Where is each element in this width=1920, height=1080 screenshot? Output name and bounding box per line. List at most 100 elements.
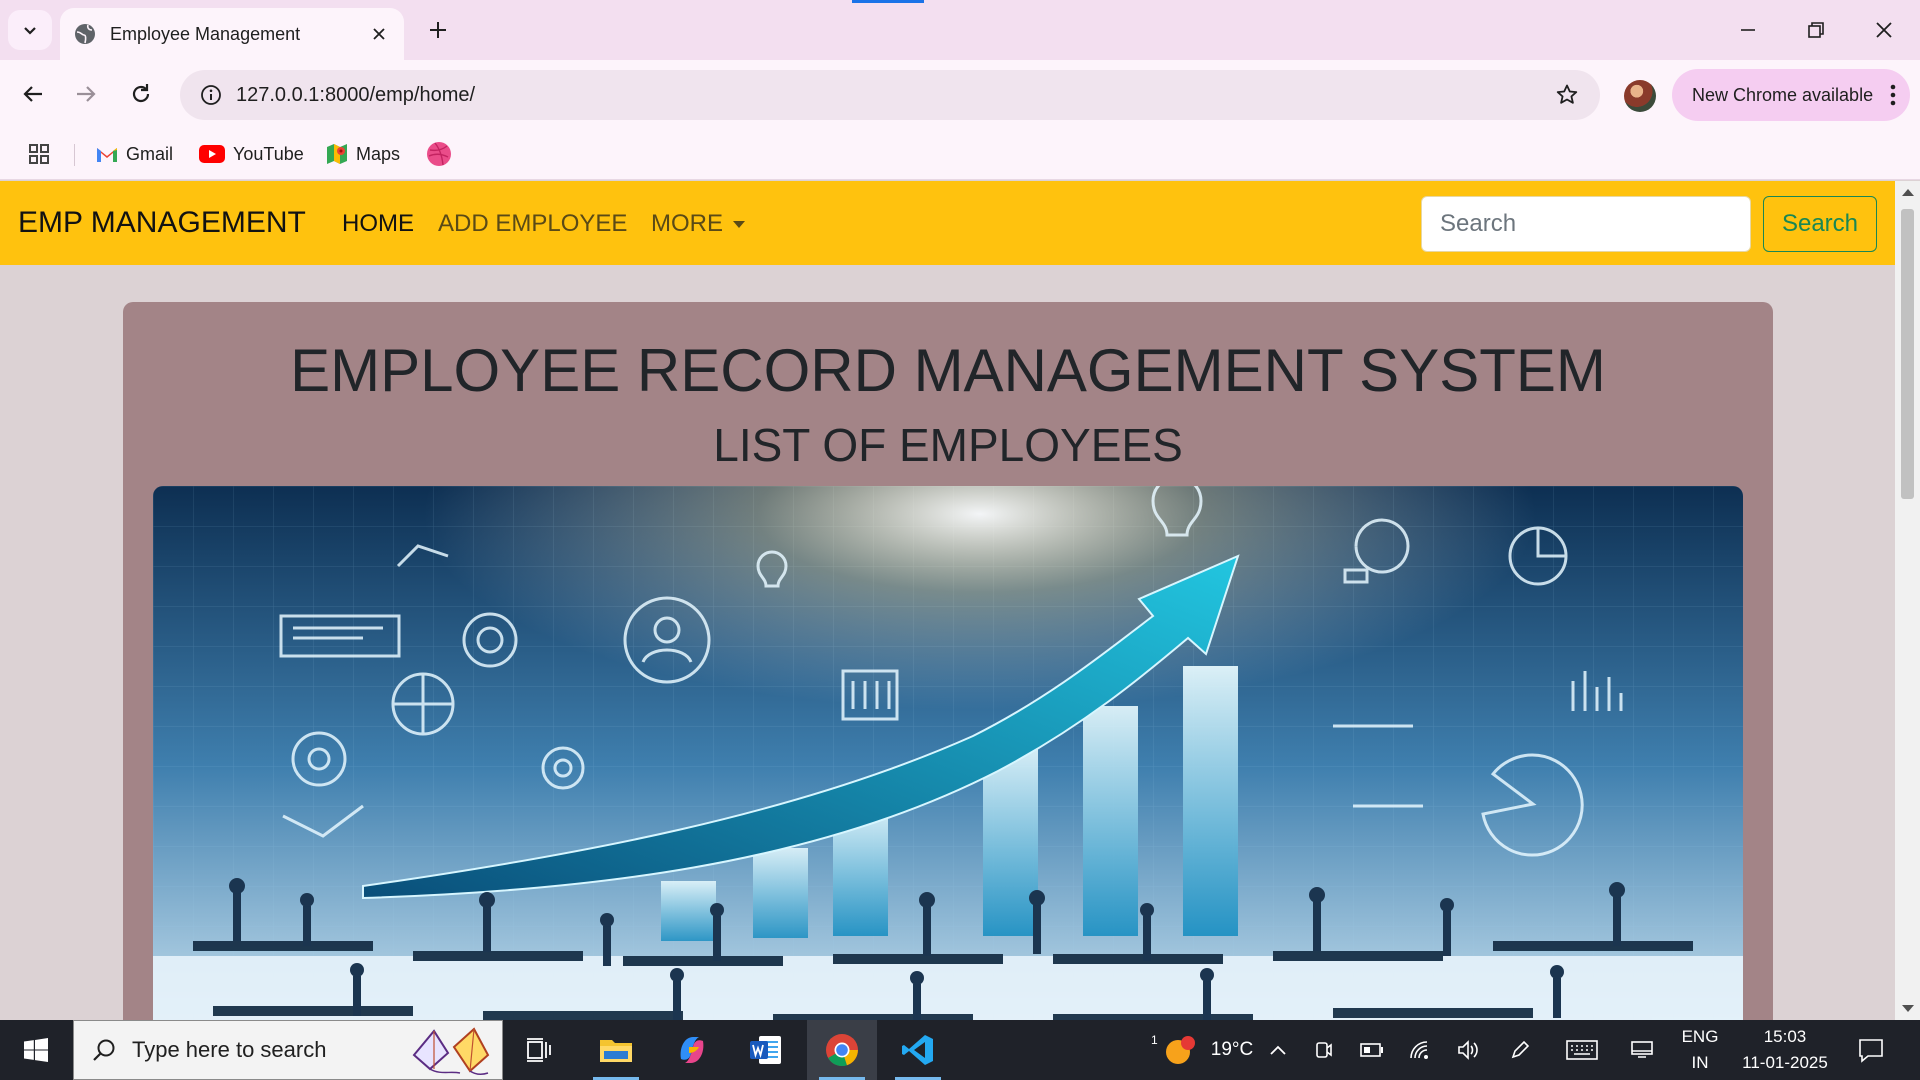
bookmark-gmail[interactable]: Gmail: [96, 138, 173, 170]
chrome-update-label: New Chrome available: [1692, 84, 1874, 105]
forward-button[interactable]: [66, 74, 106, 114]
youtube-icon: [199, 145, 225, 163]
vscode-button[interactable]: [883, 1020, 953, 1080]
nav-add-employee-link[interactable]: ADD EMPLOYEE: [438, 210, 627, 238]
bookmark-label: Gmail: [126, 143, 174, 164]
browser-tab[interactable]: Employee Management: [60, 8, 404, 60]
bookmarks-bar: Gmail YouTube Maps: [0, 128, 1920, 180]
clock[interactable]: 15:03 11-01-2025: [1730, 1020, 1840, 1080]
bookmark-star-icon[interactable]: [1542, 70, 1592, 120]
kebab-menu-icon[interactable]: [1876, 84, 1910, 106]
bookmark-maps[interactable]: Maps: [326, 138, 400, 170]
scroll-up-arrow-icon[interactable]: [1902, 189, 1914, 196]
chrome-icon: [826, 1034, 858, 1067]
arrow-right-icon: [77, 86, 96, 102]
restore-icon: [1808, 22, 1824, 38]
clock-time: 15:03: [1763, 1027, 1807, 1046]
page-scrollbar[interactable]: [1895, 181, 1920, 1020]
word-button[interactable]: [731, 1020, 801, 1080]
start-button[interactable]: [8, 1030, 64, 1070]
site-brand[interactable]: EMP MANAGEMENT: [18, 206, 306, 240]
address-bar[interactable]: 127.0.0.1:8000/emp/home/: [180, 70, 1600, 120]
bookmark-label: YouTube: [233, 143, 304, 164]
weather-temperature: 19°C: [1210, 1039, 1254, 1060]
nav-home-link[interactable]: HOME: [342, 210, 414, 238]
arrow-left-icon: [23, 86, 42, 102]
meet-now-tray[interactable]: [1306, 1020, 1342, 1080]
globe-icon: [75, 24, 95, 44]
page-subtitle: LIST OF EMPLOYEES: [713, 419, 1183, 471]
copilot-button[interactable]: [657, 1020, 727, 1080]
close-window-button[interactable]: [1856, 10, 1912, 50]
main-card: EMPLOYEE RECORD MANAGEMENT SYSTEM LIST O…: [123, 302, 1773, 1020]
minimize-button[interactable]: [1720, 10, 1776, 50]
apps-grid-icon[interactable]: [24, 139, 54, 169]
display-tray[interactable]: [1620, 1020, 1664, 1080]
sun-icon: [1165, 1036, 1195, 1064]
caret-down-icon: [733, 220, 745, 228]
site-navbar: EMP MANAGEMENT HOME ADD EMPLOYEE MORE Se…: [0, 181, 1895, 265]
camera-icon: [1316, 1042, 1332, 1058]
notification-icon: [1859, 1039, 1883, 1063]
nav-more-dropdown[interactable]: MORE: [651, 210, 745, 238]
keyboard-icon: [1566, 1040, 1598, 1060]
business-growth-illustration: [153, 486, 1743, 1020]
wifi-tray[interactable]: [1400, 1020, 1440, 1080]
volume-tray[interactable]: [1448, 1020, 1488, 1080]
site-info-icon[interactable]: [186, 70, 236, 120]
search-icon: [93, 1039, 115, 1061]
close-tab-icon[interactable]: [368, 23, 390, 45]
nav-more-label: MORE: [651, 210, 723, 237]
hero-image: [153, 486, 1743, 1020]
pen-tray[interactable]: [1500, 1020, 1540, 1080]
bookmark-label: Maps: [356, 143, 401, 164]
reload-button[interactable]: [121, 74, 161, 114]
battery-icon: [1360, 1043, 1383, 1057]
bookmark-dribbble[interactable]: [426, 138, 452, 170]
bookmark-youtube[interactable]: YouTube: [199, 138, 304, 170]
show-hidden-icons-button[interactable]: [1258, 1020, 1298, 1080]
notifications-button[interactable]: [1846, 1020, 1896, 1080]
close-icon: [1876, 22, 1892, 38]
tab-loading-indicator: [852, 0, 924, 3]
gmail-icon: [97, 148, 117, 162]
scrollbar-thumb[interactable]: [1901, 209, 1914, 499]
page-title: EMPLOYEE RECORD MANAGEMENT SYSTEM: [290, 337, 1606, 404]
battery-tray[interactable]: [1352, 1020, 1392, 1080]
taskbar-search-box[interactable]: Type here to search: [73, 1020, 503, 1080]
url-text[interactable]: 127.0.0.1:8000/emp/home/: [236, 84, 1542, 107]
clock-date: 11-01-2025: [1742, 1053, 1828, 1072]
task-view-icon: [527, 1038, 551, 1062]
windows-logo-icon: [24, 1038, 48, 1062]
language-indicator[interactable]: ENG IN: [1670, 1020, 1730, 1080]
search-button[interactable]: Search: [1763, 196, 1877, 252]
minimize-icon: [1741, 29, 1755, 31]
vscode-icon: [902, 1035, 933, 1065]
tab-search-button[interactable]: [8, 10, 52, 50]
copilot-icon: [680, 1037, 704, 1063]
restore-button[interactable]: [1788, 10, 1844, 50]
chrome-button[interactable]: [807, 1020, 877, 1080]
word-icon: [750, 1036, 781, 1064]
page-viewport: EMP MANAGEMENT HOME ADD EMPLOYEE MORE Se…: [0, 181, 1895, 1020]
weather-badge: 1: [1151, 1033, 1158, 1047]
scroll-down-arrow-icon[interactable]: [1902, 1005, 1914, 1012]
search-input[interactable]: [1421, 196, 1751, 252]
chevron-up-icon: [1270, 1045, 1286, 1055]
maps-icon: [327, 144, 347, 164]
file-explorer-button[interactable]: [581, 1020, 651, 1080]
profile-avatar[interactable]: [1624, 80, 1656, 112]
new-tab-button[interactable]: [418, 14, 458, 46]
tab-title: Employee Management: [110, 23, 301, 44]
touch-keyboard-tray[interactable]: [1560, 1020, 1604, 1080]
dribbble-icon: [427, 142, 451, 166]
pen-icon: [1511, 1040, 1530, 1059]
task-view-button[interactable]: [505, 1020, 575, 1080]
plus-icon: [430, 22, 446, 38]
region-label: IN: [1691, 1053, 1709, 1072]
back-button[interactable]: [13, 74, 53, 114]
windows-taskbar: Type here to search 1 19°C ENG IN 15:03 …: [0, 1020, 1920, 1080]
file-explorer-icon: [600, 1040, 632, 1062]
speaker-icon: [1458, 1040, 1478, 1060]
chrome-update-button[interactable]: New Chrome available: [1672, 69, 1910, 121]
